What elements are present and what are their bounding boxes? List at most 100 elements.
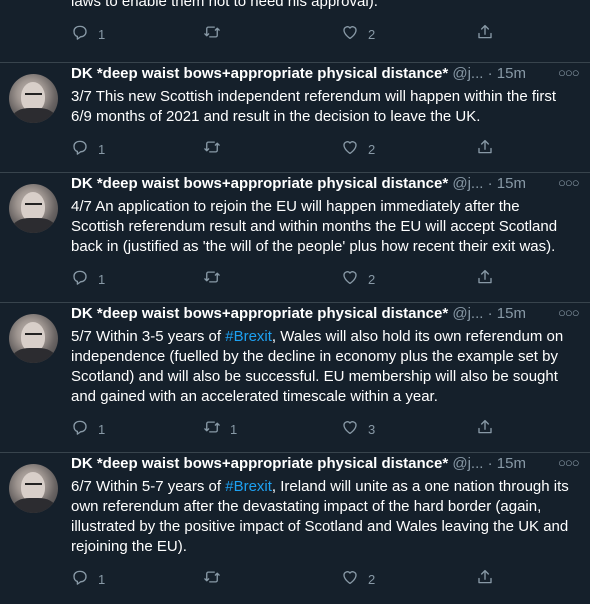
user-handle[interactable]: @j... bbox=[452, 65, 483, 82]
like-button[interactable]: 2 bbox=[341, 24, 375, 44]
share-button[interactable] bbox=[476, 139, 494, 159]
tweet-actions: 1 2 bbox=[71, 24, 501, 44]
retweet-icon bbox=[203, 138, 221, 161]
display-name[interactable]: DK *deep waist bows+appropriate physical… bbox=[71, 455, 448, 472]
retweet-button[interactable] bbox=[203, 269, 230, 289]
reply-icon bbox=[71, 268, 89, 291]
tweet-text-segment: 4/7 An application to rejoin the EU will… bbox=[71, 198, 558, 255]
user-handle[interactable]: @j... bbox=[452, 175, 483, 192]
tweet-text: 4/7 An application to rejoin the EU will… bbox=[71, 197, 576, 257]
like-button[interactable]: 3 bbox=[341, 419, 375, 439]
user-handle[interactable]: @j... bbox=[452, 305, 483, 322]
retweet-button[interactable] bbox=[203, 139, 230, 159]
reply-count: 1 bbox=[98, 421, 106, 437]
reply-count: 1 bbox=[98, 141, 106, 157]
retweet-count: 1 bbox=[230, 421, 238, 437]
separator-dot: · bbox=[487, 175, 493, 192]
tweet-text-segment: 3/7 This new Scottish independent refere… bbox=[71, 88, 557, 125]
heart-icon bbox=[341, 568, 359, 591]
like-button[interactable]: 2 bbox=[341, 139, 375, 159]
tweet[interactable]: DK *deep waist bows+appropriate physical… bbox=[0, 63, 590, 174]
retweet-icon bbox=[203, 568, 221, 591]
reply-count: 1 bbox=[98, 571, 106, 587]
tweet-actions: 1 2 bbox=[71, 139, 501, 159]
reply-icon bbox=[71, 418, 89, 441]
tweet-text-segment: 6/7 Within 5-7 years of bbox=[71, 478, 226, 495]
tweet-header: DK *deep waist bows+appropriate physical… bbox=[71, 304, 526, 324]
retweet-button[interactable] bbox=[203, 569, 230, 589]
share-icon bbox=[476, 138, 494, 161]
display-name[interactable]: DK *deep waist bows+appropriate physical… bbox=[71, 65, 448, 82]
reply-button[interactable]: 1 bbox=[71, 269, 105, 289]
share-icon bbox=[476, 418, 494, 441]
tweet-header: DK *deep waist bows+appropriate physical… bbox=[71, 454, 526, 474]
avatar[interactable] bbox=[9, 184, 58, 233]
heart-icon bbox=[341, 268, 359, 291]
share-icon bbox=[476, 268, 494, 291]
hashtag-link[interactable]: #Brexit bbox=[225, 328, 272, 345]
tweet[interactable]: DK *deep waist bows+appropriate physical… bbox=[0, 453, 590, 604]
share-button[interactable] bbox=[476, 569, 494, 589]
more-icon[interactable]: ○○○ bbox=[558, 453, 580, 473]
avatar[interactable] bbox=[9, 464, 58, 513]
share-button[interactable] bbox=[476, 269, 494, 289]
reply-button[interactable]: 1 bbox=[71, 419, 105, 439]
reply-icon bbox=[71, 568, 89, 591]
more-icon[interactable]: ○○○ bbox=[558, 63, 580, 83]
tweet-text: 6/7 Within 5-7 years of #Brexit, Ireland… bbox=[71, 477, 576, 557]
heart-icon bbox=[341, 418, 359, 441]
like-count: 2 bbox=[368, 26, 376, 42]
retweet-icon bbox=[203, 23, 221, 46]
like-count: 2 bbox=[368, 271, 376, 287]
timestamp[interactable]: 15m bbox=[497, 65, 526, 82]
more-icon[interactable]: ○○○ bbox=[558, 303, 580, 323]
tweet-header: DK *deep waist bows+appropriate physical… bbox=[71, 64, 526, 84]
display-name[interactable]: DK *deep waist bows+appropriate physical… bbox=[71, 175, 448, 192]
tweet-actions: 1 1 3 bbox=[71, 419, 501, 439]
like-button[interactable]: 2 bbox=[341, 569, 375, 589]
retweet-icon bbox=[203, 268, 221, 291]
avatar[interactable] bbox=[9, 74, 58, 123]
tweet[interactable]: DK *deep waist bows+appropriate physical… bbox=[0, 173, 590, 304]
tweet-actions: 1 2 bbox=[71, 269, 501, 289]
reply-button[interactable]: 1 bbox=[71, 139, 105, 159]
like-count: 2 bbox=[368, 571, 376, 587]
share-icon bbox=[476, 23, 494, 46]
like-count: 3 bbox=[368, 421, 376, 437]
timestamp[interactable]: 15m bbox=[497, 175, 526, 192]
heart-icon bbox=[341, 23, 359, 46]
heart-icon bbox=[341, 138, 359, 161]
reply-icon bbox=[71, 23, 89, 46]
like-button[interactable]: 2 bbox=[341, 269, 375, 289]
separator-dot: · bbox=[487, 455, 493, 472]
retweet-button[interactable]: 1 bbox=[203, 419, 237, 439]
share-button[interactable] bbox=[476, 419, 494, 439]
display-name[interactable]: DK *deep waist bows+appropriate physical… bbox=[71, 305, 448, 322]
separator-dot: · bbox=[487, 65, 493, 82]
share-button[interactable] bbox=[476, 24, 494, 44]
reply-count: 1 bbox=[98, 271, 106, 287]
reply-button[interactable]: 1 bbox=[71, 569, 105, 589]
tweet-header: DK *deep waist bows+appropriate physical… bbox=[71, 174, 526, 194]
separator-dot: · bbox=[487, 305, 493, 322]
reply-button[interactable]: 1 bbox=[71, 24, 105, 44]
tweet[interactable]: DK *deep waist bows+appropriate physical… bbox=[0, 303, 590, 454]
retweet-button[interactable] bbox=[203, 24, 230, 44]
tweet-text: 3/7 This new Scottish independent refere… bbox=[71, 87, 576, 127]
tweet-actions: 1 2 bbox=[71, 569, 501, 589]
timestamp[interactable]: 15m bbox=[497, 305, 526, 322]
user-handle[interactable]: @j... bbox=[452, 455, 483, 472]
tweet-text: laws to enable them not to need his appr… bbox=[71, 0, 378, 10]
partial-tweet[interactable]: laws to enable them not to need his appr… bbox=[0, 0, 590, 62]
hashtag-link[interactable]: #Brexit bbox=[225, 478, 272, 495]
retweet-icon bbox=[203, 418, 221, 441]
tweet-text-segment: 5/7 Within 3-5 years of bbox=[71, 328, 226, 345]
tweet-text: 5/7 Within 3-5 years of #Brexit, Wales w… bbox=[71, 327, 576, 407]
timestamp[interactable]: 15m bbox=[497, 455, 526, 472]
avatar[interactable] bbox=[9, 314, 58, 363]
more-icon[interactable]: ○○○ bbox=[558, 173, 580, 193]
like-count: 2 bbox=[368, 141, 376, 157]
share-icon bbox=[476, 568, 494, 591]
reply-icon bbox=[71, 138, 89, 161]
reply-count: 1 bbox=[98, 26, 106, 42]
